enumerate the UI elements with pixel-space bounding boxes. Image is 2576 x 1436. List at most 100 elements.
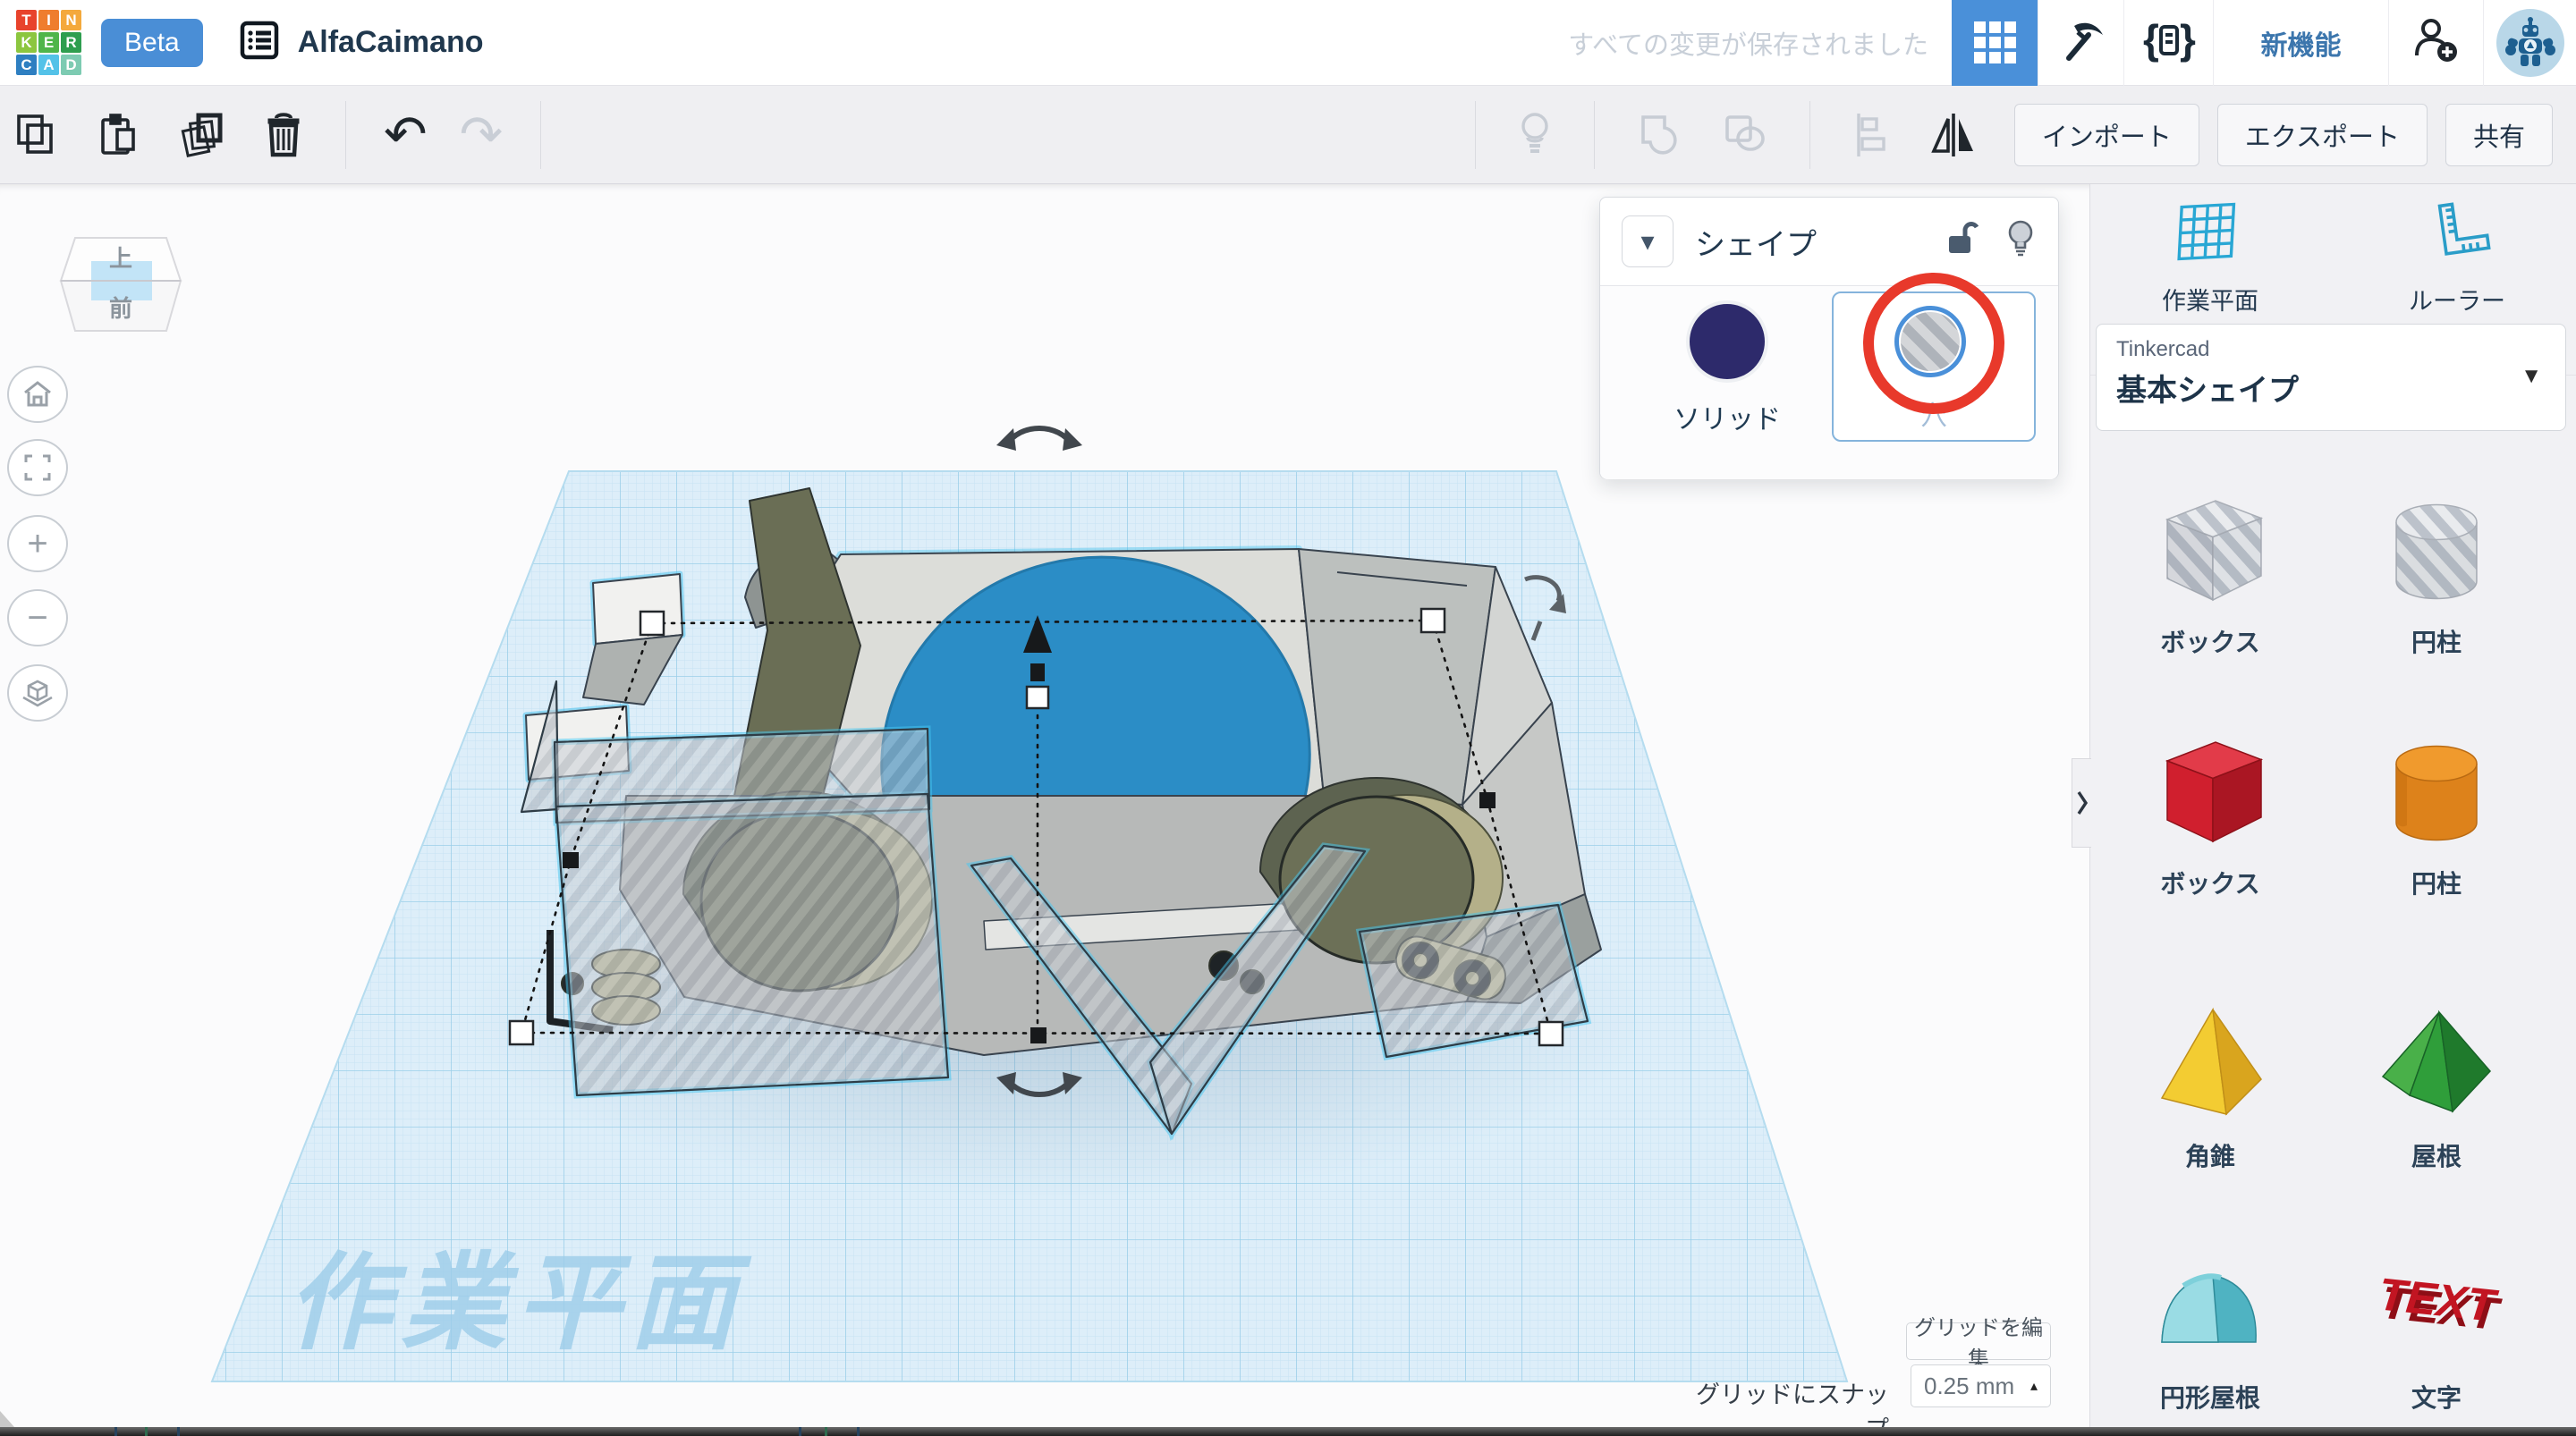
zoom-in-button[interactable]: +	[7, 515, 68, 572]
shapes-sidebar: 作業平面 ルーラー Tinkercad 基本シェイプ ▼ ボックス	[2089, 184, 2576, 1427]
ruler-tool[interactable]: ルーラー	[2350, 197, 2564, 317]
hole-swatch	[1901, 312, 1960, 371]
logo-tile: E	[38, 32, 59, 53]
perspective-toggle-button[interactable]	[7, 664, 68, 722]
export-button[interactable]: エクスポート	[2217, 104, 2428, 166]
panel-title: シェイプ	[1695, 220, 1817, 264]
redo-button[interactable]: ↷	[460, 109, 504, 161]
shape-label: 屋根	[2329, 1137, 2544, 1173]
cylinder-hole-icon	[2369, 479, 2504, 613]
zoom-out-button[interactable]: −	[7, 589, 68, 646]
box-icon	[2143, 721, 2277, 855]
copy-button[interactable]	[13, 112, 59, 158]
group-button[interactable]	[1634, 110, 1684, 160]
account-menu[interactable]	[2483, 0, 2576, 86]
solid-option-swatch[interactable]	[1686, 300, 1768, 383]
hole-option-selected[interactable]: 穴	[1832, 291, 2036, 442]
caret-down-icon: ▼	[2521, 364, 2542, 389]
home-view-button[interactable]	[7, 366, 68, 423]
toolbar-separator	[345, 101, 346, 169]
undo-button[interactable]: ↶	[384, 109, 428, 161]
snap-grid-select[interactable]: 0.25 mm ▴	[1911, 1364, 2051, 1407]
delete-button[interactable]	[261, 111, 306, 159]
collapse-panel-button[interactable]: ▾	[1622, 215, 1674, 267]
car-windshield	[1299, 549, 1496, 805]
shape-label: 角錐	[2103, 1137, 2318, 1173]
text-shape-icon: TEXT TEXT	[2369, 1235, 2504, 1369]
shape-library-dropdown[interactable]: Tinkercad 基本シェイプ ▼	[2096, 324, 2566, 431]
hole-option-label: 穴	[1834, 393, 2034, 433]
logo-tile: C	[16, 55, 37, 75]
toolbar-separator	[1475, 101, 1476, 169]
snap-grid-value: 0.25 mm	[1924, 1373, 2014, 1400]
shape-box-solid[interactable]: ボックス	[2103, 721, 2318, 900]
caret-up-icon: ▴	[2030, 1377, 2038, 1395]
chevron-down-icon: ▾	[1640, 226, 1654, 258]
show-all-button[interactable]	[1515, 110, 1555, 160]
library-name: 基本シェイプ	[2116, 366, 2546, 410]
avatar	[2496, 9, 2564, 77]
duplicate-button[interactable]	[177, 111, 225, 159]
toolbar-right: インポート エクスポート 共有	[1453, 86, 2576, 184]
code-blocks-icon: {}	[2142, 16, 2196, 69]
align-button[interactable]	[1850, 110, 1893, 160]
minecraft-export-button[interactable]	[2038, 0, 2123, 86]
shape-label: ボックス	[2103, 865, 2318, 900]
lightbulb-icon[interactable]	[2004, 219, 2037, 265]
pickaxe-icon	[2058, 17, 2105, 68]
workplane-tool[interactable]: 作業平面	[2103, 197, 2318, 317]
codeblocks-button[interactable]: {}	[2123, 0, 2213, 86]
mirror-button[interactable]	[1928, 110, 1979, 160]
ungroup-button[interactable]	[1720, 110, 1770, 160]
workplane-icon	[2175, 197, 2245, 270]
shape-text[interactable]: TEXT TEXT 文字	[2329, 1235, 2544, 1415]
add-person-icon	[2411, 15, 2462, 70]
logo-tile: R	[61, 32, 81, 53]
sidebar-collapse-tab[interactable]	[2072, 758, 2091, 848]
shape-box-hole[interactable]: ボックス	[2103, 479, 2318, 659]
toolbar-separator	[540, 101, 541, 169]
car-mirror-box	[593, 574, 682, 644]
view-cube-top-label: 上	[109, 245, 132, 272]
share-button[interactable]: 共有	[2445, 104, 2553, 166]
logo-tile: A	[38, 55, 59, 75]
import-button[interactable]: インポート	[2014, 104, 2199, 166]
shape-pyramid[interactable]: 角錐	[2103, 993, 2318, 1173]
shape-inspector-panel: ▾ シェイプ ソリッド	[1599, 197, 2059, 479]
unlock-icon[interactable]	[1944, 220, 1979, 264]
box-hole-icon	[2143, 479, 2277, 613]
shape-label: 円形屋根	[2103, 1379, 2318, 1415]
shape-round-roof[interactable]: 円形屋根	[2103, 1235, 2318, 1415]
invite-collaborators-button[interactable]	[2388, 0, 2483, 86]
round-roof-icon	[2143, 1235, 2277, 1369]
view-cube[interactable]: 上 前	[54, 231, 188, 348]
edit-toolbar: ↶ ↷ インポート エクスポート 共有	[0, 86, 2576, 184]
shape-cylinder-solid[interactable]: 円柱	[2329, 721, 2544, 900]
cylinder-icon	[2369, 721, 2504, 855]
solid-option-label: ソリッド	[1641, 397, 1813, 436]
logo-tile: N	[61, 10, 81, 30]
shape-label: 円柱	[2329, 865, 2544, 900]
design-title[interactable]: AlfaCaimano	[298, 25, 484, 60]
topbar-right: すべての変更が保存されました {} 新機能	[1568, 0, 2576, 86]
3d-design-mode-button[interactable]	[1952, 0, 2038, 86]
sidebar-tools: 作業平面 ルーラー Tinkercad 基本シェイプ ▼	[2090, 184, 2576, 376]
ruler-icon	[2422, 197, 2492, 270]
shape-roof[interactable]: 屋根	[2329, 993, 2544, 1173]
paste-button[interactable]	[95, 112, 141, 158]
logo-tile: I	[38, 10, 59, 30]
3d-viewport[interactable]: 作業平面	[0, 184, 2089, 1427]
logo-tile: D	[61, 55, 81, 75]
topbar: T I N K E R C A D Beta AlfaCaimano すべての変…	[0, 0, 2576, 86]
fit-view-button[interactable]	[7, 439, 68, 496]
strip-tick	[857, 1427, 860, 1436]
edit-grid-button[interactable]: グリッドを編集	[1906, 1322, 2051, 1360]
beta-button[interactable]: Beta	[101, 19, 203, 67]
rotate-handle-top[interactable]	[996, 428, 1082, 451]
tinkercad-logo[interactable]: T I N K E R C A D	[16, 10, 81, 75]
toolbar-separator	[1809, 101, 1810, 169]
shape-cylinder-hole[interactable]: 円柱	[2329, 479, 2544, 659]
shape-label: 文字	[2329, 1379, 2544, 1415]
new-features-link[interactable]: 新機能	[2213, 0, 2388, 86]
design-properties-icon[interactable]	[239, 20, 280, 65]
